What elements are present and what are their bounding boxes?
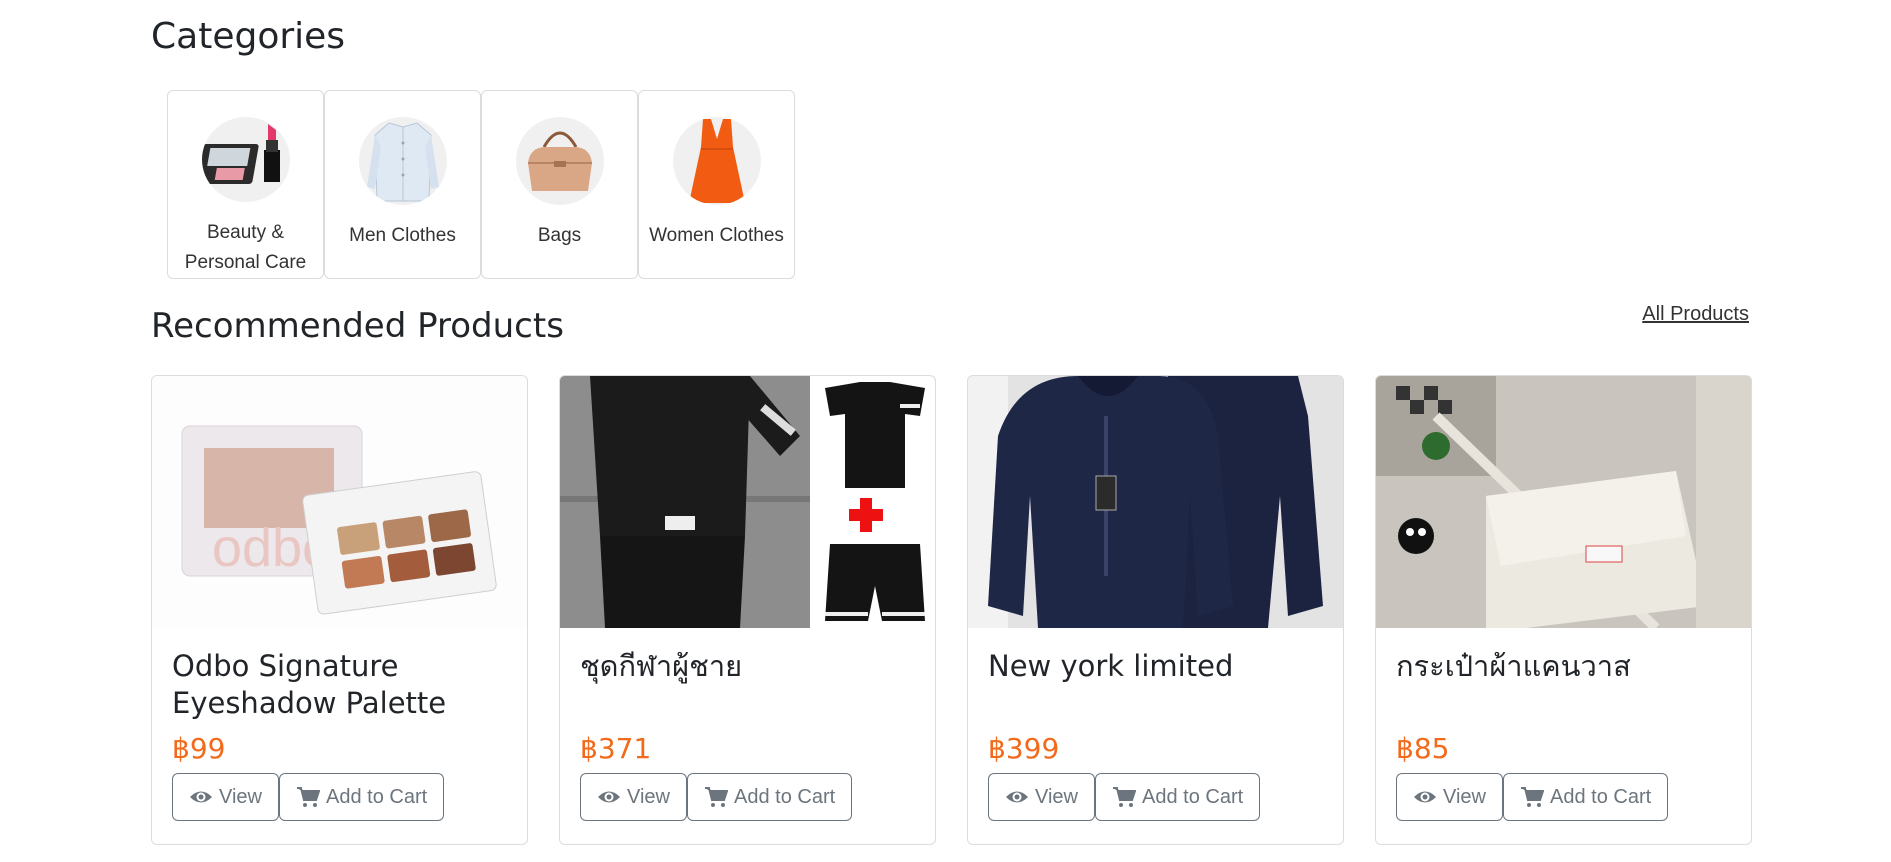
product-image-sportswear[interactable]: [560, 376, 935, 628]
view-button[interactable]: View: [580, 773, 687, 821]
view-button[interactable]: View: [988, 773, 1095, 821]
category-label: Beauty & Personal Care: [184, 222, 307, 273]
product-name[interactable]: Odbo Signature Eyeshadow Palette: [172, 648, 507, 722]
eye-icon: [1006, 791, 1028, 803]
view-button-label: View: [1443, 785, 1486, 808]
add-to-cart-label: Add to Cart: [1142, 785, 1244, 808]
category-card-men-clothes[interactable]: Men Clothes: [324, 90, 481, 279]
add-to-cart-label: Add to Cart: [1550, 785, 1652, 808]
dress-image: [672, 117, 761, 205]
product-name[interactable]: ชุดกีฬาผู้ชาย: [580, 648, 915, 722]
product-price: ฿85: [1396, 732, 1450, 765]
product-image-eyeshadow[interactable]: odbo: [152, 376, 527, 628]
add-to-cart-button[interactable]: Add to Cart: [687, 773, 853, 821]
cart-icon: [297, 787, 320, 807]
category-card-bags[interactable]: Bags: [481, 90, 638, 279]
category-label: Bags: [537, 225, 582, 246]
cart-icon: [705, 787, 728, 807]
product-name[interactable]: กระเป๋าผ้าแคนวาส: [1396, 648, 1731, 722]
add-to-cart-button[interactable]: Add to Cart: [279, 773, 445, 821]
product-card: New york limited ฿399 View Add to Cart: [967, 375, 1344, 845]
shirt-image: [358, 117, 447, 205]
cart-icon: [1113, 787, 1136, 807]
category-label: Men Clothes: [349, 225, 456, 246]
view-button-label: View: [219, 785, 262, 808]
product-card: odbo Odbo Signature Eyeshadow Palette ฿9…: [151, 375, 528, 845]
view-button-label: View: [1035, 785, 1078, 808]
categories-heading: Categories: [151, 16, 346, 57]
product-price: ฿99: [172, 732, 226, 765]
add-to-cart-label: Add to Cart: [734, 785, 836, 808]
product-name[interactable]: New york limited: [988, 648, 1323, 722]
eye-icon: [1414, 791, 1436, 803]
product-image-canvas-bag[interactable]: [1376, 376, 1751, 628]
eye-icon: [598, 791, 620, 803]
category-label: Women Clothes: [649, 225, 784, 246]
cart-icon: [1521, 787, 1544, 807]
product-image-hoodie[interactable]: [968, 376, 1343, 628]
handbag-image: [515, 117, 604, 205]
category-card-women-clothes[interactable]: Women Clothes: [638, 90, 795, 279]
view-button-label: View: [627, 785, 670, 808]
all-products-link[interactable]: All Products: [1642, 303, 1749, 326]
recommended-heading: Recommended Products: [151, 306, 564, 346]
product-list: odbo Odbo Signature Eyeshadow Palette ฿9…: [151, 375, 1752, 845]
category-card-beauty[interactable]: Beauty & Personal Care: [167, 90, 324, 279]
product-card: ชุดกีฬาผู้ชาย ฿371 View Add to Cart: [559, 375, 936, 845]
eye-icon: [190, 791, 212, 803]
product-price: ฿399: [988, 732, 1060, 765]
product-card: กระเป๋าผ้าแคนวาส ฿85 View Add to Cart: [1375, 375, 1752, 845]
view-button[interactable]: View: [172, 773, 279, 821]
cosmetics-image: [201, 117, 290, 202]
add-to-cart-label: Add to Cart: [326, 785, 428, 808]
product-price: ฿371: [580, 732, 652, 765]
add-to-cart-button[interactable]: Add to Cart: [1503, 773, 1669, 821]
add-to-cart-button[interactable]: Add to Cart: [1095, 773, 1261, 821]
category-list: Beauty & Personal Care Men Clothes Bags …: [167, 90, 795, 279]
view-button[interactable]: View: [1396, 773, 1503, 821]
